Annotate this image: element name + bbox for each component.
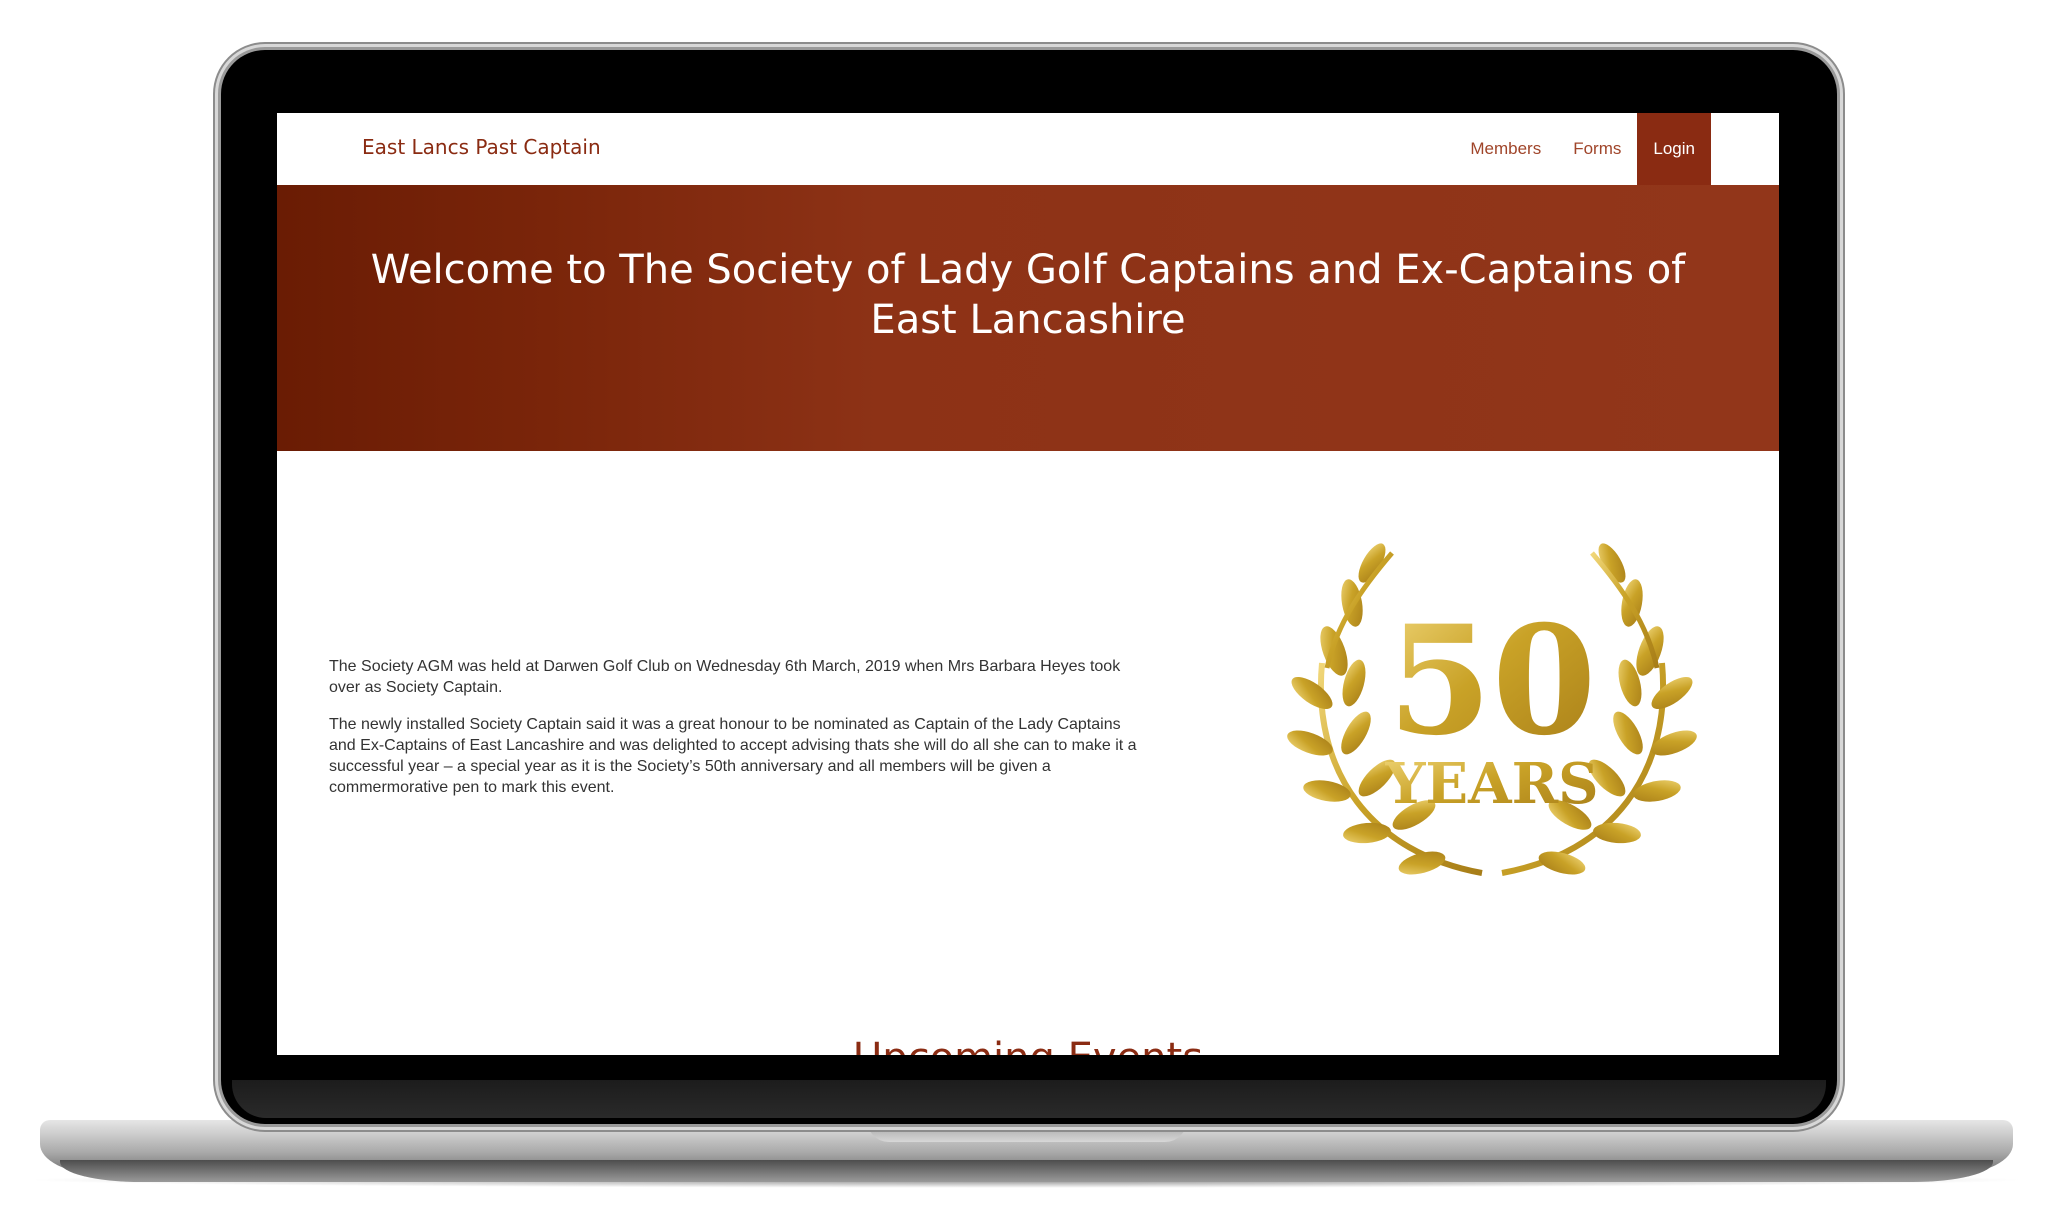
upcoming-events-heading: Upcoming Events: [277, 1033, 1779, 1055]
intro-text: The Society AGM was held at Darwen Golf …: [329, 656, 1149, 814]
nav-menu: Members Forms Login: [1454, 113, 1711, 185]
intro-paragraph-agm: The Society AGM was held at Darwen Golf …: [329, 658, 1121, 696]
fifty-years-badge: 50 YEARS: [1287, 543, 1697, 876]
nav-link-login[interactable]: Login: [1637, 113, 1711, 185]
laptop-screen: East Lancs Past Captain Members Forms Lo…: [277, 113, 1779, 1055]
laptop-lid-bottom: [232, 1080, 1826, 1118]
brand-link[interactable]: East Lancs Past Captain: [362, 135, 601, 159]
nav-link-forms[interactable]: Forms: [1557, 113, 1637, 185]
badge-number: 50: [1388, 593, 1597, 769]
hero-title: Welcome to The Society of Lady Golf Capt…: [370, 247, 1686, 343]
laptop-base-edge: [60, 1160, 1993, 1182]
hero-banner: Welcome to The Society of Lady Golf Capt…: [277, 185, 1779, 451]
navbar: East Lancs Past Captain Members Forms Lo…: [277, 113, 1779, 185]
badge-word: YEARS: [1384, 751, 1598, 817]
intro-paragraph-captain: The newly installed Society Captain said…: [329, 716, 1137, 796]
nav-link-members[interactable]: Members: [1454, 113, 1557, 185]
